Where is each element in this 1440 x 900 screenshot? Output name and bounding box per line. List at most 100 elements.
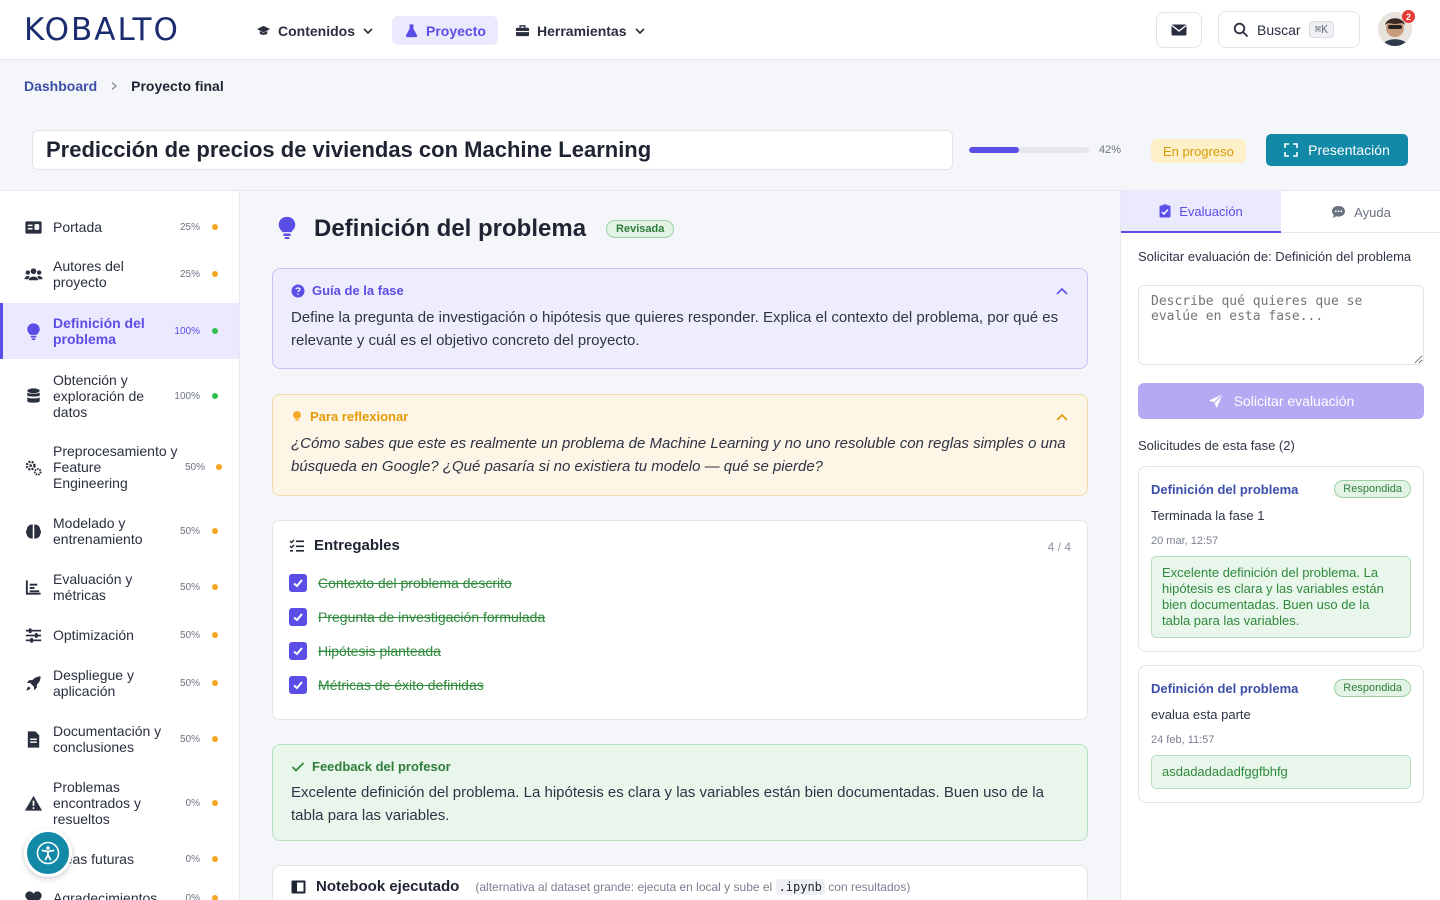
guide-title: Guía de la fase — [312, 283, 404, 298]
tab-evaluacion[interactable]: Evaluación — [1121, 191, 1281, 233]
deliverable-item[interactable]: Contexto del problema descrito — [289, 566, 1071, 600]
sidebar-item-despliegue[interactable]: Despliegue y aplicación 50% — [0, 663, 239, 703]
nav-proyecto[interactable]: Proyecto — [392, 16, 498, 45]
envelope-icon — [1171, 24, 1187, 36]
request-response: asdadadadadfggfbhfg — [1151, 755, 1411, 789]
nav-herramientas[interactable]: Herramientas — [503, 16, 658, 45]
sidebar-item-label: Portada — [53, 219, 103, 235]
graduation-cap-icon — [256, 25, 271, 35]
sidebar-item-label: Despliegue y aplicación — [53, 667, 134, 699]
rocket-icon — [22, 672, 44, 694]
checkbox-checked[interactable] — [289, 608, 307, 626]
sidebar-item-modelado[interactable]: Modelado y entrenamiento 50% — [0, 511, 239, 551]
status-dot — [212, 856, 218, 862]
brain-icon — [22, 520, 44, 542]
requests-title: Solicitudes de esta fase (2) — [1138, 438, 1295, 453]
sidebar-item-label: Preprocesamiento y Feature Engineering — [53, 443, 178, 491]
request-card[interactable]: Definición del problema Respondida Termi… — [1138, 466, 1424, 652]
deliverable-item[interactable]: Pregunta de investigación formulada — [289, 600, 1071, 634]
kobalto-logo[interactable]: KOBALTO — [24, 12, 180, 48]
top-navbar: KOBALTO Contenidos Proyecto Herramientas… — [0, 0, 1440, 60]
deliverables-card: Entregables 4 / 4 Contexto del problema … — [272, 520, 1088, 720]
nav-contenidos[interactable]: Contenidos — [244, 16, 386, 45]
status-dot — [216, 464, 222, 470]
fullscreen-icon — [1284, 143, 1298, 157]
presentation-button[interactable]: Presentación — [1266, 134, 1408, 166]
checkbox-checked[interactable] — [289, 574, 307, 592]
lightbulb-icon — [293, 410, 301, 421]
sidebar-item-documentacion[interactable]: Documentación y conclusiones 50% — [0, 719, 239, 759]
deliverable-item[interactable]: Métricas de éxito definidas — [289, 668, 1071, 702]
reflect-text: ¿Cómo sabes que este es realmente un pro… — [291, 435, 1066, 475]
eval-request-input[interactable] — [1138, 285, 1424, 365]
lightbulb-icon — [278, 216, 296, 240]
check-icon — [293, 681, 303, 690]
chat-bubble-icon — [1332, 206, 1346, 218]
list-check-icon — [289, 539, 304, 552]
nav-contenidos-label: Contenidos — [278, 22, 355, 39]
sidebar-item-definicion[interactable]: Definición del problema 100% — [0, 303, 239, 359]
sidebar-item-label: Agradecimientos — [53, 890, 158, 900]
sidebar-item-optimizacion[interactable]: Optimización 50% — [0, 622, 239, 648]
request-date: 24 feb, 11:57 — [1151, 734, 1215, 746]
project-title-input[interactable]: Predicción de precios de viviendas con M… — [32, 130, 953, 170]
chevron-down-icon — [363, 27, 373, 34]
status-dot — [212, 393, 218, 399]
accessibility-icon — [36, 841, 60, 865]
sidebar-item-preprocesamiento[interactable]: Preprocesamiento y Feature Engineering 5… — [0, 439, 239, 495]
accessibility-button[interactable] — [24, 829, 72, 877]
panel-tabs: Evaluación Ayuda — [1121, 191, 1440, 233]
guide-header: Guía de la fase — [291, 283, 1069, 298]
question-circle-icon — [291, 284, 305, 297]
request-header: Definición del problema Respondida — [1151, 480, 1411, 498]
checkbox-checked[interactable] — [289, 676, 307, 694]
sidebar-item-evaluacion[interactable]: Evaluación y métricas 50% — [0, 567, 239, 607]
check-icon — [291, 761, 305, 772]
sidebar-item-problemas[interactable]: Problemas encontrados y resueltos 0% — [0, 775, 239, 831]
sidebar-item-portada[interactable]: Portada 25% — [0, 210, 239, 244]
request-card[interactable]: Definición del problema Respondida evalu… — [1138, 665, 1424, 803]
request-evaluation-label: Solicitar evaluación — [1233, 393, 1355, 409]
breadcrumb-current: Proyecto final — [131, 78, 224, 94]
search-button[interactable]: Buscar ⌘K — [1218, 11, 1360, 48]
status-dot — [212, 736, 218, 742]
request-text: evalua esta parte — [1151, 707, 1251, 722]
users-icon — [22, 263, 44, 285]
chevron-down-icon — [634, 27, 645, 34]
notebook-hint: (alternativa al dataset grande: ejecuta … — [475, 878, 911, 895]
status-dot — [212, 584, 218, 590]
flask-icon — [405, 24, 418, 38]
reflect-card: Para reflexionar ¿Cómo sabes que este es… — [272, 394, 1088, 496]
tab-evaluacion-label: Evaluación — [1179, 203, 1243, 219]
database-icon — [22, 385, 44, 407]
reflect-title: Para reflexionar — [310, 409, 409, 424]
eval-request-label: Solicitar evaluación de: Definición del … — [1138, 249, 1412, 264]
messages-button[interactable] — [1156, 12, 1202, 48]
request-evaluation-button[interactable]: Solicitar evaluación — [1138, 383, 1424, 419]
status-dot — [212, 528, 218, 534]
sidebar-item-agradecimientos[interactable]: Agradecimientos 0% — [0, 885, 239, 900]
checkbox-checked[interactable] — [289, 642, 307, 660]
tab-ayuda[interactable]: Ayuda — [1281, 191, 1440, 233]
warning-icon — [22, 792, 44, 814]
notebook-card: Notebook ejecutado (alternativa al datas… — [272, 865, 1088, 900]
sidebar-item-obtencion[interactable]: Obtención y exploración de datos 100% — [0, 368, 239, 424]
notebook-header: Notebook ejecutado (alternativa al datas… — [291, 878, 1069, 895]
deliverable-item[interactable]: Hipótesis planteada — [289, 634, 1071, 668]
notebook-hint-before: (alternativa al dataset grande: ejecuta … — [475, 879, 773, 894]
status-dot — [212, 895, 218, 900]
chevron-up-icon[interactable] — [1055, 411, 1069, 425]
chevron-up-icon[interactable] — [1055, 285, 1069, 299]
deliverable-label: Hipótesis planteada — [318, 643, 441, 659]
sidebar-item-autores[interactable]: Autores del proyecto 25% — [0, 254, 239, 294]
lightbulb-icon — [22, 320, 44, 342]
file-icon — [22, 728, 44, 750]
book-icon — [291, 880, 306, 893]
sidebar-item-pct: 50% — [179, 525, 200, 537]
presentation-button-label: Presentación — [1308, 142, 1390, 158]
breadcrumb-dashboard[interactable]: Dashboard — [24, 78, 97, 94]
sidebar-item-pct: 0% — [185, 853, 200, 865]
notebook-hint-after: con resultados) — [828, 879, 911, 894]
request-status-badge: Respondida — [1334, 679, 1411, 697]
status-dot — [212, 680, 218, 686]
